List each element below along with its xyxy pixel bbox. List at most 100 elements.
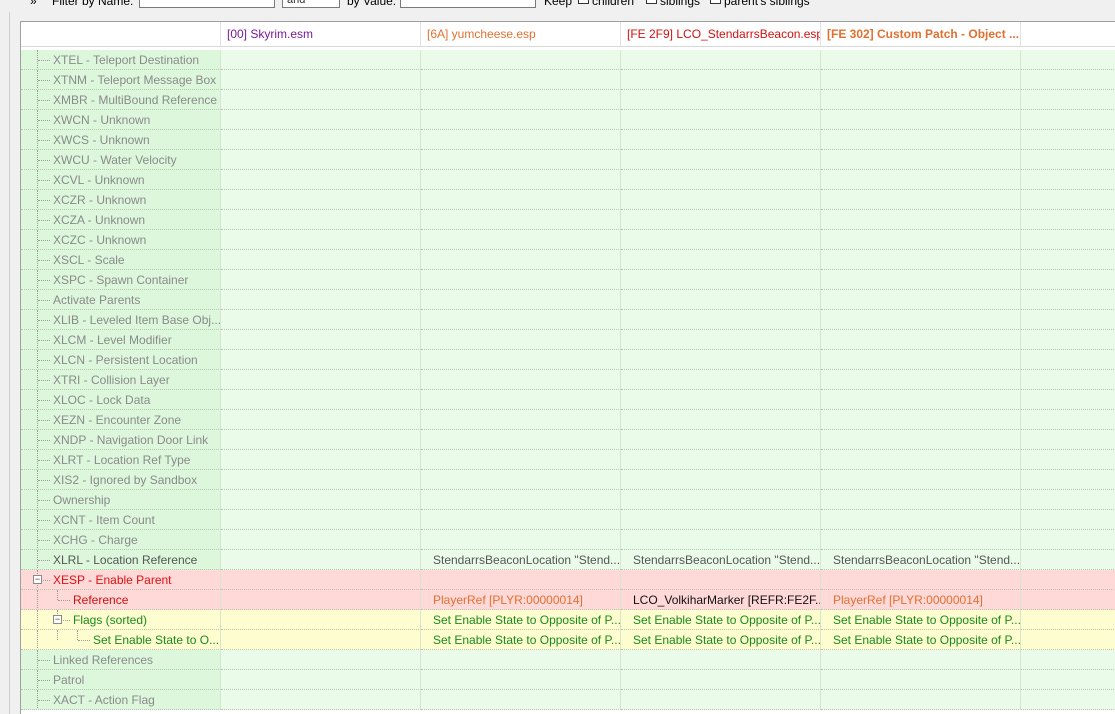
value-cell[interactable] xyxy=(221,270,421,290)
table-row[interactable]: XSPC - Spawn Container xyxy=(21,270,1115,290)
row-name-cell[interactable]: XWCN - Unknown xyxy=(21,110,221,130)
value-cell[interactable] xyxy=(621,90,821,110)
row-name-cell[interactable]: XSPC - Spawn Container xyxy=(21,270,221,290)
filter-operator-select[interactable]: and xyxy=(282,0,340,8)
value-cell[interactable] xyxy=(421,150,621,170)
value-cell[interactable] xyxy=(621,690,821,710)
value-cell[interactable] xyxy=(821,130,1021,150)
value-cell[interactable] xyxy=(221,630,421,650)
row-name-cell[interactable]: XLOC - Lock Data xyxy=(21,390,221,410)
table-row[interactable]: XTEL - Teleport Destination xyxy=(21,50,1115,70)
value-cell[interactable] xyxy=(221,670,421,690)
value-cell[interactable] xyxy=(821,510,1021,530)
table-row[interactable]: XWCU - Water Velocity xyxy=(21,150,1115,170)
table-row[interactable]: XCZA - Unknown xyxy=(21,210,1115,230)
row-name-cell[interactable]: XLCM - Level Modifier xyxy=(21,330,221,350)
value-cell[interactable] xyxy=(621,330,821,350)
table-row[interactable]: XSCL - Scale xyxy=(21,250,1115,270)
table-row[interactable]: XIS2 - Ignored by Sandbox xyxy=(21,470,1115,490)
value-cell[interactable] xyxy=(421,490,621,510)
value-cell[interactable] xyxy=(421,270,621,290)
value-cell[interactable] xyxy=(821,270,1021,290)
row-name-cell[interactable]: XLRT - Location Ref Type xyxy=(21,450,221,470)
row-name-cell[interactable]: XLIB - Leveled Item Base Obj... xyxy=(21,310,221,330)
value-cell[interactable] xyxy=(621,370,821,390)
value-cell[interactable] xyxy=(821,370,1021,390)
table-row[interactable]: XLIB - Leveled Item Base Obj... xyxy=(21,310,1115,330)
row-name-cell[interactable]: XCZR - Unknown xyxy=(21,190,221,210)
value-cell[interactable] xyxy=(821,670,1021,690)
table-row[interactable]: XLRT - Location Ref Type xyxy=(21,450,1115,470)
value-cell[interactable] xyxy=(221,170,421,190)
table-row[interactable]: XMBR - MultiBound Reference xyxy=(21,90,1115,110)
value-cell[interactable] xyxy=(421,250,621,270)
keep-siblings-checkbox[interactable] xyxy=(646,0,657,4)
value-cell[interactable] xyxy=(621,130,821,150)
value-cell[interactable] xyxy=(821,570,1021,590)
value-cell[interactable] xyxy=(821,70,1021,90)
value-cell[interactable]: Set Enable State to Opposite of P... xyxy=(821,630,1021,650)
table-row[interactable]: XLCM - Level Modifier xyxy=(21,330,1115,350)
value-cell[interactable] xyxy=(221,370,421,390)
row-name-cell[interactable]: XIS2 - Ignored by Sandbox xyxy=(21,470,221,490)
value-cell[interactable] xyxy=(421,290,621,310)
value-cell[interactable] xyxy=(421,330,621,350)
table-row[interactable]: XWCN - Unknown xyxy=(21,110,1115,130)
value-cell[interactable] xyxy=(821,690,1021,710)
value-cell[interactable] xyxy=(621,190,821,210)
value-cell[interactable] xyxy=(621,110,821,130)
value-cell[interactable] xyxy=(821,110,1021,130)
value-cell[interactable] xyxy=(221,70,421,90)
value-cell[interactable] xyxy=(421,530,621,550)
filter-name-input[interactable] xyxy=(139,0,275,8)
value-cell[interactable] xyxy=(621,410,821,430)
row-name-cell[interactable]: XCHG - Charge xyxy=(21,530,221,550)
row-name-cell[interactable]: − XESP - Enable Parent xyxy=(21,570,221,590)
value-cell[interactable]: StendarrsBeaconLocation "Stend... xyxy=(421,550,621,570)
value-cell[interactable] xyxy=(621,530,821,550)
value-cell[interactable] xyxy=(421,50,621,70)
value-cell[interactable]: PlayerRef [PLYR:00000014] xyxy=(821,590,1021,610)
value-cell[interactable] xyxy=(821,530,1021,550)
value-cell[interactable]: LCO_VolkiharMarker [REFR:FE2F... xyxy=(621,590,821,610)
value-cell[interactable] xyxy=(221,50,421,70)
value-cell[interactable] xyxy=(221,310,421,330)
value-cell[interactable] xyxy=(621,430,821,450)
row-name-cell[interactable]: XNDP - Navigation Door Link xyxy=(21,430,221,450)
value-cell[interactable] xyxy=(421,170,621,190)
value-cell[interactable] xyxy=(621,570,821,590)
value-cell[interactable] xyxy=(221,650,421,670)
column-header-custom-patch[interactable]: [FE 302] Custom Patch - Object ... xyxy=(821,22,1021,46)
row-name-cell[interactable]: XLCN - Persistent Location xyxy=(21,350,221,370)
value-cell[interactable] xyxy=(221,510,421,530)
value-cell[interactable] xyxy=(421,90,621,110)
table-row[interactable]: Reference PlayerRef [PLYR:00000014] LCO_Vo… xyxy=(21,590,1115,610)
table-row[interactable]: XCHG - Charge xyxy=(21,530,1115,550)
value-cell[interactable] xyxy=(821,650,1021,670)
table-row[interactable]: Ownership xyxy=(21,490,1115,510)
value-cell[interactable] xyxy=(421,110,621,130)
value-cell[interactable] xyxy=(821,150,1021,170)
value-cell[interactable] xyxy=(221,290,421,310)
row-name-cell[interactable]: XWCS - Unknown xyxy=(21,130,221,150)
table-row[interactable]: Patrol xyxy=(21,670,1115,690)
value-cell[interactable] xyxy=(621,170,821,190)
value-cell[interactable] xyxy=(221,150,421,170)
value-cell[interactable] xyxy=(421,390,621,410)
value-cell[interactable] xyxy=(621,510,821,530)
value-cell[interactable] xyxy=(621,670,821,690)
table-row[interactable]: XLOC - Lock Data xyxy=(21,390,1115,410)
value-cell[interactable] xyxy=(421,370,621,390)
table-row[interactable]: XACT - Action Flag xyxy=(21,690,1115,710)
table-row[interactable]: XCVL - Unknown xyxy=(21,170,1115,190)
value-cell[interactable] xyxy=(621,470,821,490)
value-cell[interactable] xyxy=(821,390,1021,410)
row-name-cell[interactable]: XTRI - Collision Layer xyxy=(21,370,221,390)
value-cell[interactable] xyxy=(821,290,1021,310)
value-cell[interactable] xyxy=(221,590,421,610)
column-header-skyrim[interactable]: [00] Skyrim.esm xyxy=(221,22,421,46)
value-cell[interactable]: Set Enable State to Opposite of P... xyxy=(621,630,821,650)
value-cell[interactable] xyxy=(621,150,821,170)
filter-value-input[interactable] xyxy=(400,0,536,8)
row-name-cell[interactable]: XEZN - Encounter Zone xyxy=(21,410,221,430)
